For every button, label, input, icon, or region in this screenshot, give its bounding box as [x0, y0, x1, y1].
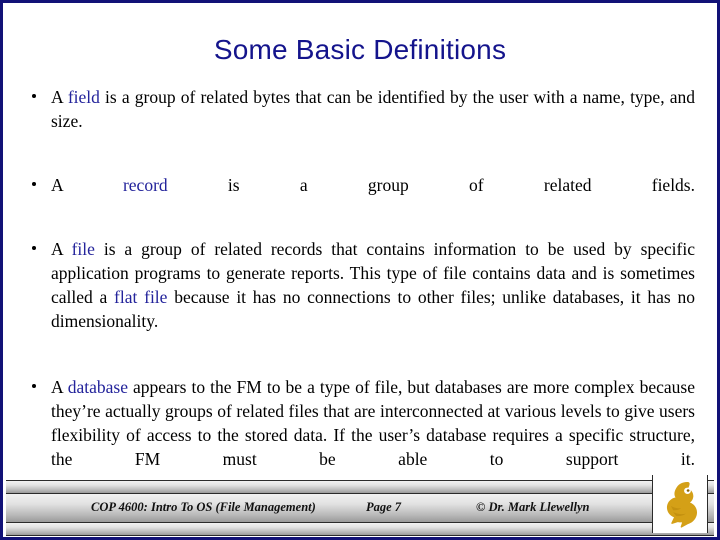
bullet-dot-icon [32, 182, 36, 186]
slide-footer: COP 4600: Intro To OS (File Management) … [6, 475, 714, 536]
keyword-term: record [122, 175, 168, 195]
keyword-term: database [67, 377, 128, 397]
keyword-term: flat file [114, 287, 168, 307]
footer-bar-top [6, 480, 714, 494]
footer-page-number: Page 7 [366, 500, 402, 514]
keyword-term: file [71, 239, 95, 259]
bullet-dot-icon [32, 384, 36, 388]
list-item: A file is a group of related records tha… [25, 237, 695, 357]
list-item: A database appears to the FM to be a typ… [25, 375, 695, 495]
list-item: A field is a group of related bytes that… [25, 85, 695, 157]
footer-bar-bottom [6, 522, 714, 536]
footer-course-label: COP 4600: Intro To OS (File Management) [91, 500, 316, 514]
slide: Some Basic Definitions A field is a grou… [0, 0, 720, 540]
bullet-dot-icon [32, 246, 36, 250]
list-item-text: A field is a group of related bytes that… [51, 87, 695, 131]
page-title: Some Basic Definitions [213, 34, 507, 65]
list-item-text: A file is a group of related records tha… [51, 239, 695, 331]
list-item-text: A record is a group of related fields. [51, 175, 695, 195]
list-item: A record is a group of related fields. [25, 173, 695, 221]
keyword-term: field [67, 87, 100, 107]
pegasus-logo [652, 475, 708, 533]
bullet-dot-icon [32, 94, 36, 98]
slide-body: A field is a group of related bytes that… [25, 85, 695, 495]
footer-copyright: © Dr. Mark Llewellyn [476, 500, 590, 514]
footer-text: COP 4600: Intro To OS (File Management) … [6, 493, 714, 521]
list-item-text: A database appears to the FM to be a typ… [51, 377, 695, 469]
